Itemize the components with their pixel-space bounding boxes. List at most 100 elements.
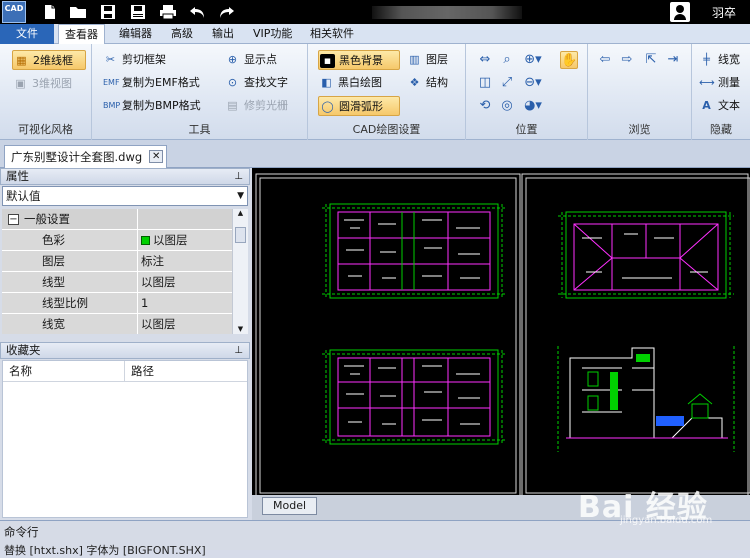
arrow-left-icon[interactable]: ⇦ [596,51,614,69]
btn-black-background[interactable]: ▪ 黑色背景 [318,50,400,70]
btn-linewidth[interactable]: ╪ 线宽 [698,50,740,70]
property-name: 线宽 [2,314,137,334]
property-category-label: 一般设置 [24,212,70,226]
app-logo-text: CAD [4,4,24,13]
group-hide-label: 隐藏 [710,123,732,136]
property-value[interactable]: 以图层 [138,314,232,334]
favorites-header: 收藏夹 ⊥ [0,342,250,359]
property-row[interactable]: 色彩 以图层 [2,230,232,251]
btn-2d-wireframe[interactable]: ▦ 2维线框 [12,50,86,70]
property-scrollbar[interactable]: ▲ ▼ [232,209,248,334]
property-value[interactable]: 标注 [138,251,232,271]
property-category[interactable]: 一般设置 − [2,209,232,230]
linewidth-icon: ╪ [703,53,710,66]
window-title-redacted [372,6,522,19]
collapse-icon[interactable]: − [8,214,19,225]
menu-related-software[interactable]: 相关软件 [304,24,360,44]
open-folder-icon[interactable] [68,2,88,22]
property-row[interactable]: 线型 以图层 [2,272,232,293]
menu-editor[interactable]: 编辑器 [113,24,158,44]
menu-bar: 文件 查看器 编辑器 高级 输出 VIP功能 相关软件 [0,24,750,45]
navigate-icon[interactable]: ⇱ [642,51,660,69]
property-row[interactable]: 线宽 以图层 [2,314,232,334]
property-grid: 一般设置 − 色彩 以图层 图层 标注 线型 以图层 线型比例 1 线宽 以图层… [2,209,248,334]
zoom-in-icon[interactable]: ⊕▾ [524,51,542,69]
btn-clip-frame-label: 剪切框架 [122,53,166,66]
pin-icon[interactable]: ⊥ [234,169,243,184]
structure-icon: ❖ [409,76,420,89]
forward-icon[interactable]: ⇥ [664,51,682,69]
group-tools: ✂ 剪切框架 EMF 复制为EMF格式 BMP 复制为BMP格式 ⊕ 显示点 ⊙ 查找文字… [92,44,308,140]
group-browse: ⇦ ⇨ ⇱ ⇥ 浏览 [588,44,692,140]
btn-text[interactable]: A 文本 [698,96,740,116]
properties-dropdown[interactable]: 默认值 ▼ [2,186,248,206]
btn-clip-frame[interactable]: ✂ 剪切框架 [102,50,166,70]
document-tab[interactable]: 广东别墅设计全套图.dwg ✕ [4,145,168,168]
undo-icon[interactable] [188,2,208,22]
menu-output[interactable]: 输出 [206,24,240,44]
drawing-canvas[interactable] [252,168,750,495]
user-icon[interactable] [670,2,690,22]
property-value[interactable]: 以图层 [138,272,232,292]
btn-layers[interactable]: ▥ 图层 [406,50,448,70]
favorites-col-path[interactable]: 路径 [125,361,247,382]
menu-vip[interactable]: VIP功能 [247,24,298,44]
pan-icon[interactable]: ⇔ [476,51,494,69]
properties-dropdown-value: 默认值 [6,189,41,203]
group-hide: ╪ 线宽 ⟷ 测量 A 文本 隐藏 [692,44,750,140]
btn-find-text-label: 查找文字 [244,76,288,89]
left-pane: 属性 ⊥ 默认值 ▼ 一般设置 − 色彩 以图层 图层 标注 线型 以图层 线型… [0,168,252,520]
print-icon[interactable] [158,2,178,22]
close-icon[interactable]: ✕ [149,150,164,163]
scroll-down-icon[interactable]: ▼ [233,325,248,333]
menu-advanced[interactable]: 高级 [165,24,199,44]
scroll-up-icon[interactable]: ▲ [233,209,248,217]
arrow-right-icon[interactable]: ⇨ [618,51,636,69]
btn-smooth-arc[interactable]: ◯ 圆滑弧形 [318,96,400,116]
group-tools-label: 工具 [188,123,211,136]
zoom-out-icon[interactable]: ⊖▾ [524,74,542,92]
btn-trim-raster[interactable]: ▤ 修剪光栅 [224,96,288,116]
color-swatch [141,236,150,245]
btn-bw-drawing[interactable]: ◧ 黑白绘图 [318,73,382,93]
group-visual-style: ▦ 2维线框 ▣ 3维视图 可视化风格 [0,44,92,140]
favorites-title: 收藏夹 [6,343,41,357]
btn-2d-wireframe-label: 2维线框 [33,54,73,67]
section-elevation [557,346,735,452]
save-icon[interactable] [98,2,118,22]
btn-copy-bmp[interactable]: BMP 复制为BMP格式 [102,96,201,116]
btn-structure[interactable]: ❖ 结构 [406,73,448,93]
property-row[interactable]: 图层 标注 [2,251,232,272]
btn-copy-emf[interactable]: EMF 复制为EMF格式 [102,73,200,93]
sheet-border-right [521,173,750,495]
favorites-list[interactable]: 名称 路径 [2,360,248,518]
btn-text-label: 文本 [718,99,740,112]
redo-icon[interactable] [216,2,236,22]
btn-show-points[interactable]: ⊕ 显示点 [224,50,277,70]
property-value-text: 以图层 [153,233,188,247]
pin-icon[interactable]: ⊥ [234,343,243,358]
btn-measure[interactable]: ⟷ 测量 [698,73,740,93]
zoom-window-icon[interactable]: ⌕ [498,51,516,69]
orbit-icon[interactable]: ⟲ [476,97,494,115]
zoom-extents-icon[interactable]: ⤢ [498,74,516,92]
menu-viewer[interactable]: 查看器 [58,24,105,45]
bmp-icon: BMP [103,101,121,110]
scrollbar-thumb[interactable] [235,227,246,243]
menu-file[interactable]: 文件 [0,24,54,44]
btn-find-text[interactable]: ⊙ 查找文字 [224,73,288,93]
property-value[interactable]: 以图层 [138,230,232,250]
app-logo[interactable]: CAD [2,1,26,23]
save-as-icon[interactable] [128,2,148,22]
property-row[interactable]: 线型比例 1 [2,293,232,314]
tab-model[interactable]: Model [262,497,318,515]
view-sphere-icon[interactable]: ◕▾ [524,97,542,115]
new-file-icon[interactable] [40,2,60,22]
user-name[interactable]: 羽卒 [712,4,736,21]
hand-pan-icon[interactable]: ✋ [560,51,578,69]
favorites-col-name[interactable]: 名称 [3,361,125,382]
btn-3d-view[interactable]: ▣ 3维视图 [12,74,86,94]
zoom-previous-icon[interactable]: ◎ [498,97,516,115]
property-value[interactable]: 1 [138,293,232,313]
fit-icon[interactable]: ◫ [476,74,494,92]
